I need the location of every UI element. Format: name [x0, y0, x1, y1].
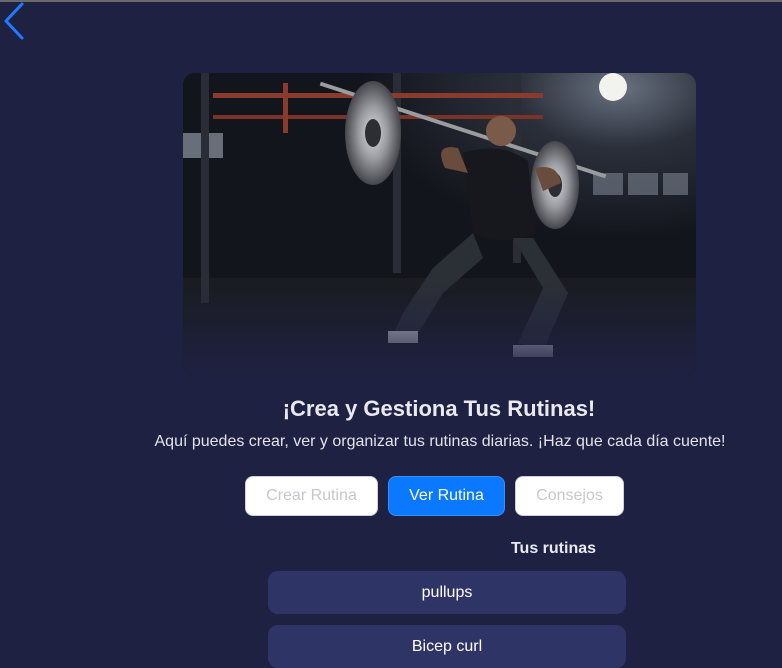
- routines-heading: Tus rutinas: [510, 540, 597, 557]
- back-button[interactable]: [2, 2, 28, 42]
- tips-button[interactable]: Consejos: [515, 476, 624, 516]
- gym-lunge-barbell-photo: [183, 73, 696, 375]
- routine-item[interactable]: pullups: [268, 571, 626, 614]
- page-subtitle: Aquí puedes crear, ver y organizar tus r…: [154, 433, 726, 450]
- routine-item[interactable]: Bicep curl: [268, 625, 626, 668]
- page-title: ¡Crea y Gestiona Tus Rutinas!: [282, 396, 596, 421]
- routine-item-label: pullups: [421, 583, 473, 601]
- chevron-left-icon: [4, 2, 24, 40]
- routine-item-label: Bicep curl: [411, 637, 483, 655]
- hero-image: [183, 73, 696, 375]
- create-routine-button[interactable]: Crear Rutina: [245, 476, 378, 516]
- top-border: [0, 0, 782, 2]
- view-routine-button[interactable]: Ver Rutina: [388, 476, 505, 516]
